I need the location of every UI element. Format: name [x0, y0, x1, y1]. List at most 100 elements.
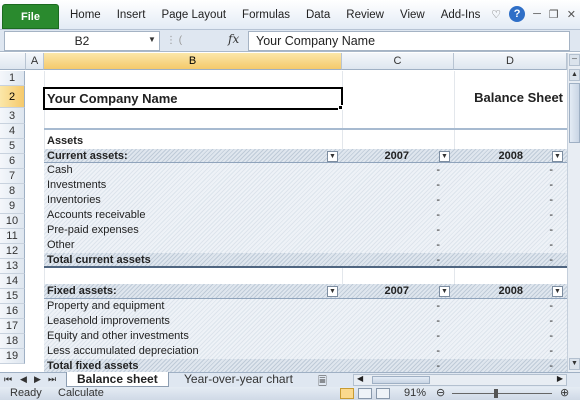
current-asset-item-label[interactable]: Accounts receivable [44, 208, 342, 223]
filter-dropdown-icon[interactable]: ▼ [439, 151, 450, 162]
current-asset-item-label[interactable]: Pre-paid expenses [44, 223, 342, 238]
total-fixed-assets-label[interactable]: Total fixed assets [44, 359, 342, 372]
row-header-19[interactable]: 19 [0, 349, 25, 364]
tab-page-layout[interactable]: Page Layout [161, 9, 226, 21]
row-header-12[interactable]: 12 [0, 244, 25, 259]
row-header-6[interactable]: 6 [0, 154, 25, 169]
fixed-asset-item-value-2007[interactable]: - [342, 329, 454, 344]
row-header-3[interactable]: 3 [0, 108, 25, 124]
fixed-asset-item-value-2008[interactable]: - [454, 344, 567, 359]
current-asset-item-value-2007[interactable]: - [342, 223, 454, 238]
vertical-scrollbar[interactable]: ─ ▲ ▼ [567, 53, 580, 372]
split-handle[interactable]: ─ [569, 54, 580, 66]
prev-sheet-icon[interactable]: ◀ [20, 374, 27, 385]
row-header-8[interactable]: 8 [0, 184, 25, 199]
normal-view-icon[interactable] [340, 388, 354, 399]
row-header-18[interactable]: 18 [0, 334, 25, 349]
tab-add-ins[interactable]: Add-Ins [441, 9, 481, 21]
status-calculate[interactable]: Calculate [58, 387, 104, 400]
total-current-2008[interactable]: - [454, 253, 567, 268]
fixed-asset-item-label[interactable]: Property and equipment [44, 299, 342, 314]
fixed-asset-item-value-2007[interactable]: - [342, 299, 454, 314]
filter-dropdown-icon[interactable]: ▼ [327, 286, 338, 297]
filter-dropdown-icon[interactable]: ▼ [327, 151, 338, 162]
minimize-icon[interactable]: ─ [533, 8, 541, 20]
current-asset-item-value-2007[interactable]: - [342, 208, 454, 223]
column-header-c[interactable]: C [342, 53, 454, 70]
page-layout-view-icon[interactable] [358, 388, 372, 399]
row-header-1[interactable]: 1 [0, 71, 25, 86]
current-asset-item-value-2007[interactable]: - [342, 238, 454, 253]
scroll-right-icon[interactable]: ▶ [557, 374, 563, 383]
current-asset-item-value-2008[interactable]: - [454, 178, 567, 193]
tab-formulas[interactable]: Formulas [242, 9, 290, 21]
current-asset-item-label[interactable]: Other [44, 238, 342, 253]
fixed-year-2008-header[interactable]: 2008 [456, 284, 526, 299]
filter-dropdown-icon[interactable]: ▼ [439, 286, 450, 297]
select-all-corner[interactable] [0, 53, 26, 70]
vertical-scroll-thumb[interactable] [569, 83, 580, 143]
zoom-slider-track[interactable] [452, 393, 552, 394]
worksheet-grid[interactable]: Your Company Name Balance Sheet Assets C… [26, 71, 567, 372]
page-break-view-icon[interactable] [376, 388, 390, 399]
scroll-up-icon[interactable]: ▲ [569, 69, 580, 81]
current-asset-item-value-2007[interactable]: - [342, 193, 454, 208]
horizontal-scrollbar[interactable]: ◀ ▶ [353, 374, 567, 386]
fixed-asset-item-value-2007[interactable]: - [342, 314, 454, 329]
formula-bar-grip[interactable]: ⋮ ( [166, 32, 208, 50]
row-header-17[interactable]: 17 [0, 319, 25, 334]
zoom-level[interactable]: 91% [404, 387, 426, 400]
fixed-asset-item-label[interactable]: Equity and other investments [44, 329, 342, 344]
chevron-down-icon[interactable]: ▼ [148, 35, 156, 44]
tab-home[interactable]: Home [70, 9, 101, 21]
fixed-asset-item-label[interactable]: Less accumulated depreciation [44, 344, 342, 359]
tab-view[interactable]: View [400, 9, 425, 21]
sheet-tab-balance-sheet[interactable]: Balance sheet [66, 372, 169, 387]
column-header-b[interactable]: B [44, 53, 342, 70]
column-header-d[interactable]: D [454, 53, 567, 70]
row-header-2[interactable]: 2 [0, 86, 25, 108]
last-sheet-icon[interactable]: ⏭ [48, 374, 56, 385]
total-current-2007[interactable]: - [342, 253, 454, 268]
company-name-cell[interactable]: Your Company Name [43, 87, 343, 110]
row-header-7[interactable]: 7 [0, 169, 25, 184]
row-header-4[interactable]: 4 [0, 124, 25, 139]
fixed-assets-header[interactable]: Fixed assets: [44, 284, 324, 299]
sheet-tab-year-over-year-chart[interactable]: Year-over-year chart [174, 372, 303, 387]
current-asset-item-value-2008[interactable]: - [454, 193, 567, 208]
filter-dropdown-icon[interactable]: ▼ [552, 286, 563, 297]
fill-handle[interactable] [338, 105, 343, 110]
scroll-left-icon[interactable]: ◀ [357, 374, 363, 383]
horizontal-scroll-thumb[interactable] [372, 376, 430, 384]
row-header-14[interactable]: 14 [0, 274, 25, 289]
heart-icon[interactable]: ♡ [491, 8, 501, 21]
filter-dropdown-icon[interactable]: ▼ [552, 151, 563, 162]
zoom-in-icon[interactable]: ⊕ [560, 387, 569, 400]
row-header-10[interactable]: 10 [0, 214, 25, 229]
help-icon[interactable]: ? [509, 6, 526, 22]
report-title-cell[interactable]: Balance Sheet [454, 88, 566, 107]
current-asset-item-label[interactable]: Investments [44, 178, 342, 193]
restore-icon[interactable]: ❐ [549, 8, 559, 21]
fixed-asset-item-value-2007[interactable]: - [342, 344, 454, 359]
row-header-16[interactable]: 16 [0, 304, 25, 319]
name-box[interactable]: B2 [4, 31, 160, 51]
current-asset-item-label[interactable]: Inventories [44, 193, 342, 208]
year-2007-header[interactable]: 2007 [344, 149, 412, 163]
file-tab[interactable]: File [2, 4, 59, 29]
insert-function-icon[interactable]: fx [228, 32, 239, 46]
fixed-year-2007-header[interactable]: 2007 [344, 284, 412, 299]
row-header-15[interactable]: 15 [0, 289, 25, 304]
row-header-11[interactable]: 11 [0, 229, 25, 244]
tab-review[interactable]: Review [346, 9, 384, 21]
total-fixed-2008[interactable]: - [454, 359, 567, 372]
fixed-asset-item-value-2008[interactable]: - [454, 299, 567, 314]
current-assets-header[interactable]: Current assets: [44, 149, 324, 163]
row-header-13[interactable]: 13 [0, 259, 25, 274]
first-sheet-icon[interactable]: ⏮ [4, 374, 12, 385]
current-asset-item-value-2008[interactable]: - [454, 238, 567, 253]
total-fixed-2007[interactable]: - [342, 359, 454, 372]
fixed-asset-item-label[interactable]: Leasehold improvements [44, 314, 342, 329]
zoom-slider-thumb[interactable] [494, 389, 498, 398]
year-2008-header[interactable]: 2008 [456, 149, 526, 163]
